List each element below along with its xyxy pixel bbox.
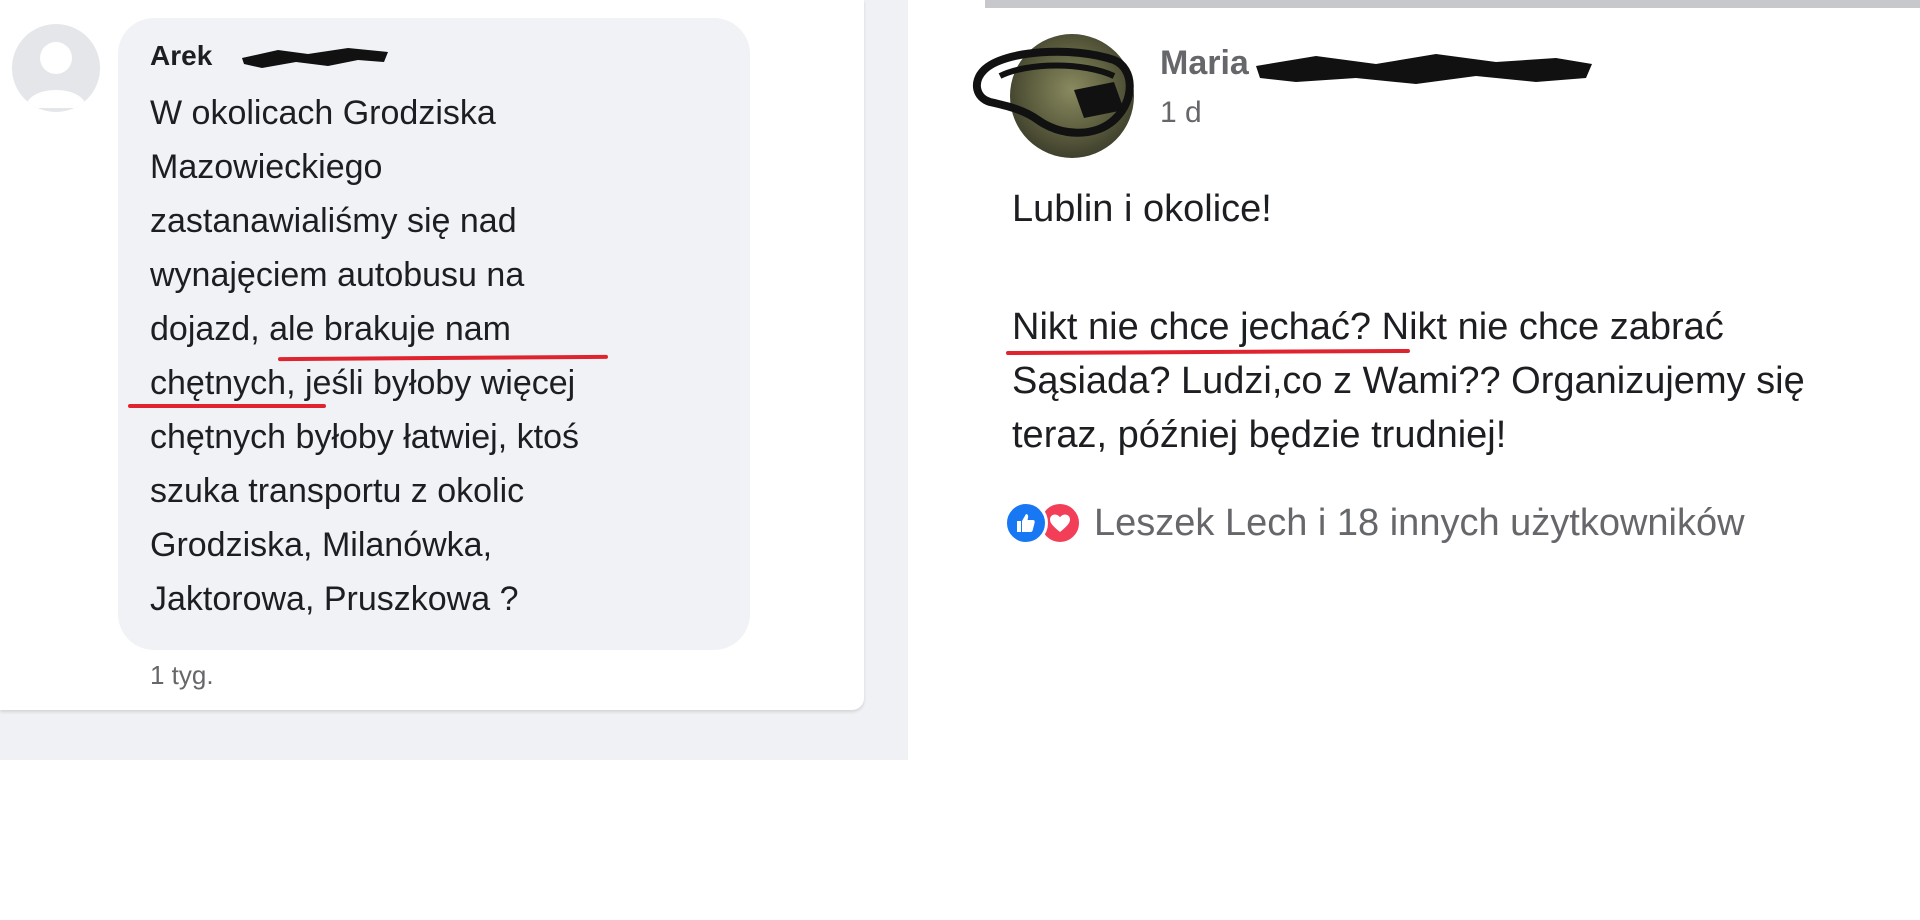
red-underline-annotation xyxy=(128,404,326,408)
reactions-summary[interactable]: Leszek Lech i 18 innych użytkowników xyxy=(1094,502,1745,545)
post-title-line: Lublin i okolice! xyxy=(1012,188,1272,230)
comment-timestamp[interactable]: 1 tyg. xyxy=(150,660,214,691)
redaction-mark xyxy=(1256,54,1592,84)
post-text: Nikt nie chce jechać? Nikt nie chce zabr… xyxy=(1012,306,1805,456)
top-divider-bar xyxy=(985,0,1920,8)
default-user-avatar-icon[interactable] xyxy=(12,24,100,112)
post-author-name[interactable]: Maria xyxy=(1160,44,1249,83)
post-timestamp[interactable]: 1 d xyxy=(1160,96,1202,130)
comment-author-name[interactable]: Arek xyxy=(150,40,212,72)
redaction-mark xyxy=(242,48,388,68)
reactions-bar[interactable]: Leszek Lech i 18 innych użytkowników xyxy=(1004,498,1745,548)
redaction-scribble xyxy=(972,47,1134,137)
like-icon xyxy=(1004,501,1048,545)
